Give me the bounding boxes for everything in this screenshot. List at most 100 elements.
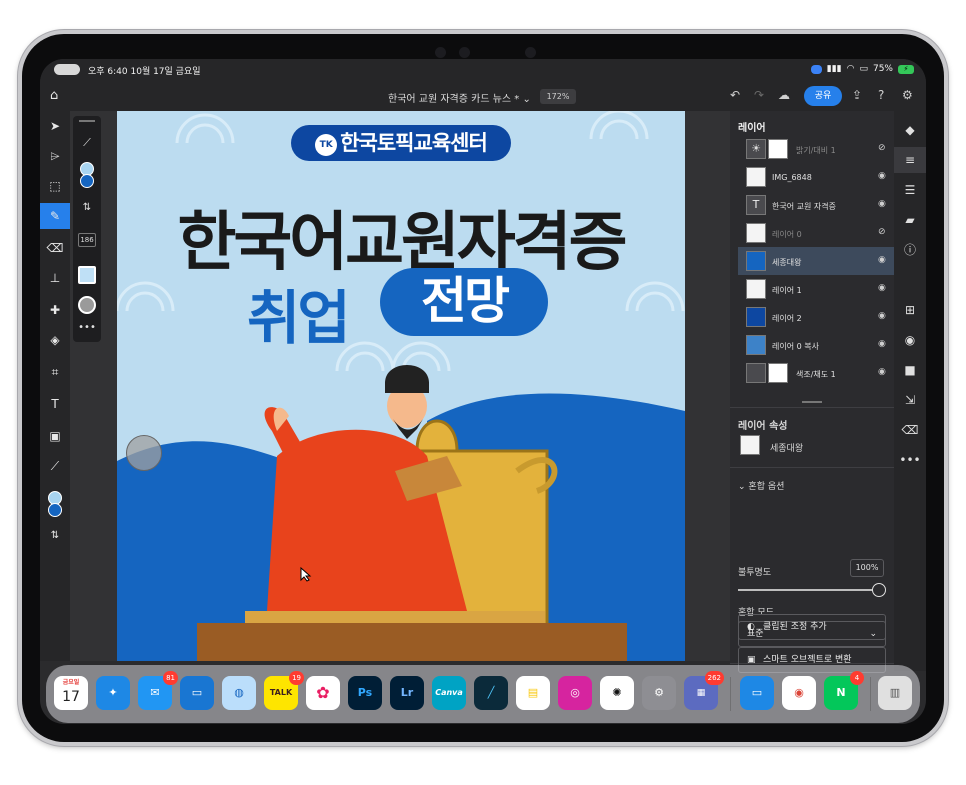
brush-hardness-swatch[interactable] <box>78 296 96 314</box>
background-color-swatch[interactable] <box>48 503 62 517</box>
eye-icon[interactable]: ◉ <box>878 171 886 181</box>
multitask-indicator[interactable] <box>54 64 80 75</box>
eye-icon[interactable]: ◉ <box>878 283 886 293</box>
layer-row[interactable]: 레이어 2 ◉ <box>738 303 894 331</box>
calendar-app-icon[interactable]: 금요일 17 <box>54 676 88 710</box>
type-tool-icon[interactable]: T <box>40 391 70 417</box>
layer-properties-icon[interactable]: ≡ <box>894 147 926 173</box>
swap-colors-icon[interactable]: ⇅ <box>73 202 101 213</box>
move-tool-icon[interactable]: ➤ <box>40 113 70 139</box>
cleaner-app-icon[interactable]: ◍ <box>222 676 256 710</box>
blend-options-toggle[interactable]: ⌄ 혼합 옵션 <box>738 479 784 492</box>
canvas-area[interactable]: TK 한국토픽교육센터 한국어교원자격증 취업 전망 <box>70 111 730 661</box>
more-options-icon[interactable]: ••• <box>73 322 101 333</box>
eye-icon[interactable]: ◉ <box>878 339 886 349</box>
photos-app-icon[interactable]: ✿ <box>306 676 340 710</box>
layer-row[interactable]: IMG_6848 ◉ <box>738 163 894 191</box>
share-button[interactable]: 공유 <box>804 86 842 106</box>
drawing-app-icon[interactable]: ╱ <box>474 676 508 710</box>
document-title-text: 한국어 교원 자격증 카드 뉴스 * <box>388 94 520 105</box>
transform-tool-icon[interactable]: ⌲ <box>40 143 70 169</box>
layer-row[interactable]: 색조/채도 1 ◉ <box>738 359 894 387</box>
eyedropper-tool-icon[interactable]: ⟋ <box>40 453 70 479</box>
battery-percent: 75% <box>872 64 893 74</box>
opacity-slider-track[interactable] <box>738 589 876 591</box>
recent-app-icon[interactable]: ▭ <box>740 676 774 710</box>
left-toolbar: ➤ ⌲ ⬚ ✎ ⌫ ⊥ ✚ ◈ ⌗ T ▣ ⟋ ⇅ <box>40 111 70 661</box>
naver-app-icon[interactable]: N4 <box>824 671 864 710</box>
visibility-icon[interactable]: ◉ <box>894 327 926 353</box>
settings-app-icon[interactable]: ⚙ <box>642 676 676 710</box>
redo-icon[interactable]: ↷ <box>754 88 764 102</box>
files-app-icon[interactable]: ▭ <box>180 676 214 710</box>
layer-row[interactable]: 레이어 0 복사 ◉ <box>738 331 894 359</box>
layer-name: 레이어 0 복사 <box>772 342 819 351</box>
add-clipped-adjustment-button[interactable]: ◐ 클립된 조정 추가 <box>738 614 886 640</box>
eye-icon[interactable]: ◉ <box>878 255 886 265</box>
selection-tool-icon[interactable]: ⬚ <box>40 173 70 199</box>
panel-handle[interactable] <box>79 120 95 122</box>
brush-size[interactable]: 186 <box>78 233 96 247</box>
adjustments-icon[interactable]: ☰ <box>894 177 926 203</box>
settings-gear-icon[interactable]: ⚙ <box>902 88 913 102</box>
lightroom-app-icon[interactable]: Lr <box>390 676 424 710</box>
battery-icon: ⚡ <box>898 64 914 74</box>
notes-app-icon[interactable]: ▤ <box>516 676 550 710</box>
chrome-app-icon[interactable]: ◉ <box>782 676 816 710</box>
export-icon[interactable]: ⇪ <box>852 88 862 102</box>
eraser-tool-icon[interactable]: ⌫ <box>40 235 70 261</box>
layers-icon[interactable]: ◆ <box>894 117 926 143</box>
mask-icon[interactable]: ■ <box>894 357 926 383</box>
document-title[interactable]: 한국어 교원 자격증 카드 뉴스 * ⌄ <box>388 90 531 105</box>
canva-label: Canva <box>435 688 463 697</box>
safari-app-icon[interactable]: ✦ <box>96 676 130 710</box>
import-icon[interactable]: ⇲ <box>894 387 926 413</box>
layer-row[interactable]: 레이어 0 ⊘ <box>738 219 894 247</box>
eye-hidden-icon[interactable]: ⊘ <box>878 143 886 153</box>
eraser-icon[interactable]: ⌫ <box>894 417 926 443</box>
more-icon[interactable]: ••• <box>894 447 926 473</box>
brush-options-panel: ⟋ ⇅ 186 ••• <box>73 116 101 342</box>
brush-tool-icon[interactable]: ✎ <box>40 203 70 229</box>
artboard[interactable]: TK 한국토픽교육센터 한국어교원자격증 취업 전망 <box>117 111 685 661</box>
crop-tool-icon[interactable]: ⌗ <box>40 359 70 385</box>
app-library-icon[interactable]: ▥ <box>878 676 912 710</box>
paint-bucket-tool-icon[interactable]: ◈ <box>40 327 70 353</box>
eye-icon[interactable]: ◉ <box>878 367 886 377</box>
kakaotalk-app-icon[interactable]: TALK 19 <box>264 671 304 710</box>
chatgpt-app-icon[interactable]: ✺ <box>600 676 634 710</box>
home-icon[interactable]: ⌂ <box>50 88 58 103</box>
layer-row-selected[interactable]: 세종대왕 ◉ <box>738 247 894 275</box>
comments-icon[interactable]: ▰ <box>894 207 926 233</box>
help-icon[interactable]: ? <box>878 88 884 102</box>
adjustment-icon <box>746 363 766 383</box>
swap-colors-icon[interactable]: ⇅ <box>40 523 70 549</box>
cloud-icon[interactable]: ☁ <box>778 88 790 102</box>
undo-icon[interactable]: ↶ <box>730 88 740 102</box>
zoom-level[interactable]: 172% <box>540 89 576 104</box>
place-image-icon[interactable]: ▣ <box>40 423 70 449</box>
eye-hidden-icon[interactable]: ⊘ <box>878 227 886 237</box>
layer-row[interactable]: 레이어 1 ◉ <box>738 275 894 303</box>
eyedropper-icon[interactable]: ⟋ <box>73 136 101 150</box>
photoshop-app-icon[interactable]: Ps <box>348 676 382 710</box>
layer-row[interactable]: T 한국어 교원 자격증 ◉ <box>738 191 894 219</box>
layer-row[interactable]: ☀ 밝기/대비 1 ⊘ <box>738 135 894 163</box>
instagram-app-icon[interactable]: ◎ <box>558 676 592 710</box>
brush-tip-swatch[interactable] <box>78 266 96 284</box>
canva-app-icon[interactable]: Canva <box>432 676 466 710</box>
brush-background-swatch[interactable] <box>80 174 94 188</box>
eye-icon[interactable]: ◉ <box>878 311 886 321</box>
panel-resize-handle[interactable] <box>802 401 822 403</box>
healing-tool-icon[interactable]: ✚ <box>40 297 70 323</box>
clone-stamp-tool-icon[interactable]: ⊥ <box>40 265 70 291</box>
add-layer-icon[interactable]: ⊞ <box>894 297 926 323</box>
opacity-slider-knob[interactable] <box>872 583 886 597</box>
eye-icon[interactable]: ◉ <box>878 199 886 209</box>
mail-app-icon[interactable]: ✉ 81 <box>138 671 178 710</box>
opacity-input[interactable]: 100% <box>850 559 884 577</box>
naver-badge: 4 <box>850 671 864 685</box>
info-icon[interactable]: ⓘ <box>894 237 926 263</box>
app-folder-icon[interactable]: ▦ 262 <box>684 671 724 710</box>
layer-thumb <box>746 251 766 271</box>
